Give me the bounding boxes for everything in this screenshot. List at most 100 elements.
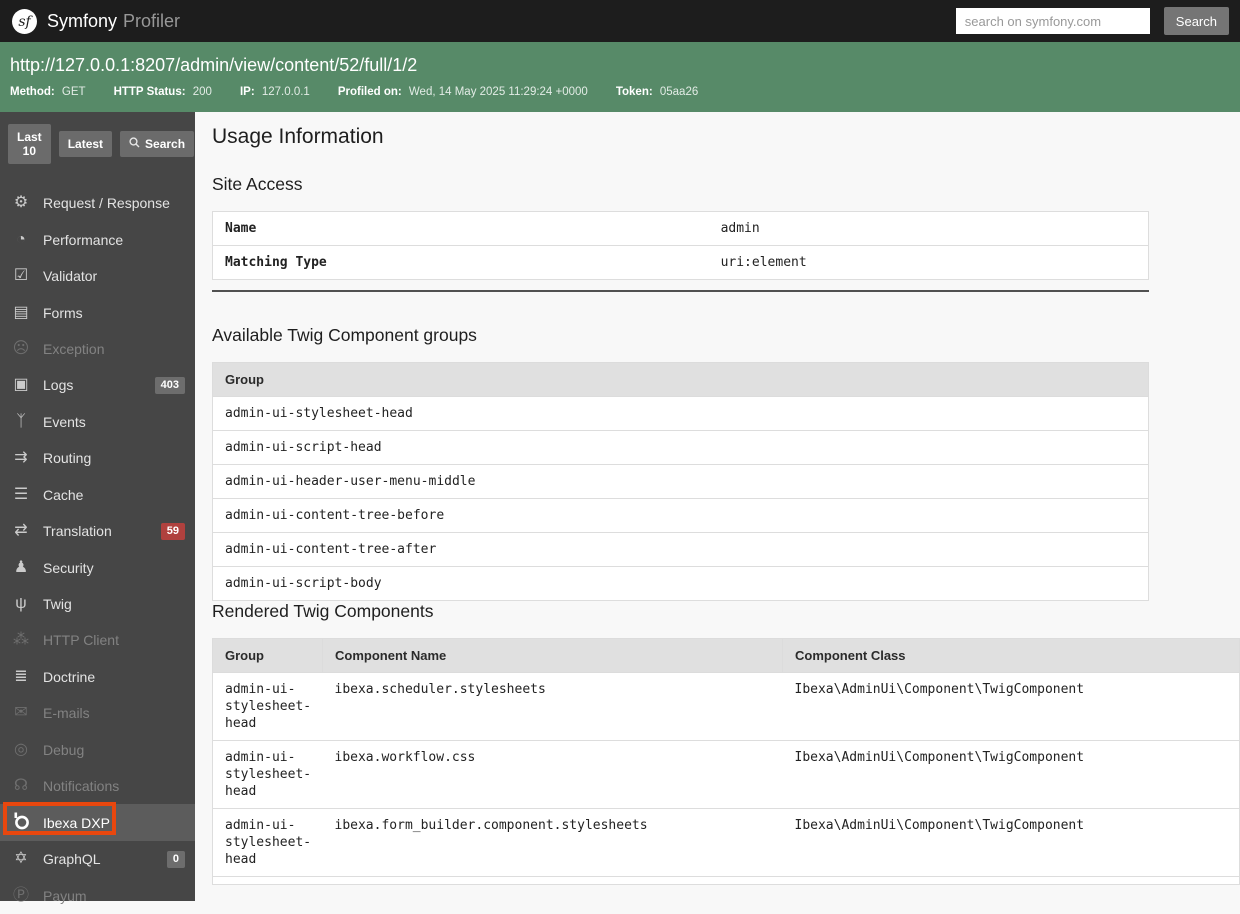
cell-component-class: Ibexa\AdminUi\Component\TwigComponent xyxy=(782,808,1240,877)
plant-icon: ψ xyxy=(15,595,27,613)
database-icon: ≣ xyxy=(14,667,28,685)
table-row: admin-ui-stylesheet-head ibexa.form_build… xyxy=(212,808,1240,877)
meta-label: Profiled on: xyxy=(337,86,402,98)
sidebar-item-label: Events xyxy=(43,413,86,430)
component-groups-section: Available Twig Component groups Group ad… xyxy=(212,325,1149,601)
clipboard-icon: ▤ xyxy=(13,303,29,321)
column-header-group: Group xyxy=(212,638,323,673)
antenna-icon: ᛉ xyxy=(16,412,26,430)
sidebar-item-payum: Ⓟ Payum xyxy=(0,877,195,913)
sidebar-item-doctrine[interactable]: ≣ Doctrine xyxy=(0,659,195,695)
sidebar-item-label: Logs xyxy=(43,377,74,394)
sidebar-item-label: E-mails xyxy=(43,705,90,722)
meta-token: Token: 05aa26 xyxy=(615,86,699,98)
sidebar-item-exception: ☹ Exception xyxy=(0,331,195,367)
table-row: admin-ui-content-tree-after xyxy=(212,532,1149,567)
sidebar-item-events[interactable]: ᛉ Events xyxy=(0,404,195,440)
meta-label: Token: xyxy=(615,86,653,98)
sidebar-item-logs[interactable]: ▣ Logs 403 xyxy=(0,367,195,403)
sidebar-item-request-response[interactable]: ⚙ Request / Response xyxy=(0,185,195,221)
meta-label: IP: xyxy=(239,86,255,98)
sidebar-item-performance[interactable]: ◔ Performance xyxy=(0,221,195,257)
sidebar-item-label: Translation xyxy=(43,523,112,540)
sidebar-item-label: Request / Response xyxy=(43,195,170,212)
sidebar-menu: ⚙ Request / Response ◔ Performance ☑ Validato… xyxy=(0,185,195,914)
column-header-component-name: Component Name xyxy=(322,638,783,673)
meta-http-status: HTTP Status: 200 xyxy=(113,86,212,98)
stopwatch-icon: ◔ xyxy=(16,230,26,248)
cell-component-name: ibexa.scheduler.stylesheets xyxy=(322,672,783,741)
sidebar-badge-logs: 403 xyxy=(154,376,185,394)
sidebar-item-label: Doctrine xyxy=(43,668,96,685)
section-divider xyxy=(212,290,1149,292)
component-groups-table: Group admin-ui-stylesheet-head admin-ui-s… xyxy=(212,362,1149,601)
latest-button[interactable]: Latest xyxy=(58,131,113,157)
sidebar-item-label: Security xyxy=(43,559,94,576)
sidebar-item-routing[interactable]: ⇉ Routing xyxy=(0,440,195,476)
sidebar-item-security[interactable]: ♟ Security xyxy=(0,549,195,585)
sidebar-item-cache[interactable]: ☰ Cache xyxy=(0,477,195,513)
group-cell: admin-ui-script-body xyxy=(212,566,1149,601)
sidebar-item-graphql[interactable]: ✡ GraphQL 0 xyxy=(0,841,195,877)
row-label: Name xyxy=(225,221,257,236)
row-value: uri:element xyxy=(708,245,1149,280)
sidebar-item-forms[interactable]: ▤ Forms xyxy=(0,294,195,330)
sidebar-item-label: Payum xyxy=(43,887,87,904)
latest-label: Latest xyxy=(67,137,104,151)
table-row: admin-ui-header-user-menu-middle xyxy=(212,464,1149,499)
last-10-button[interactable]: Last 10 xyxy=(8,124,51,164)
table-row: admin-ui-script-body xyxy=(212,566,1149,601)
sidebar-item-label: Twig xyxy=(43,596,72,613)
sidebar-item-label: Exception xyxy=(43,340,105,357)
envelope-icon: ✉ xyxy=(14,704,28,722)
component-groups-heading: Available Twig Component groups xyxy=(212,325,477,345)
column-header-group: Group xyxy=(212,362,1149,397)
table-row: admin-ui-stylesheet-head ibexa.scheduler.… xyxy=(212,672,1240,741)
sidebar-search-label: Search xyxy=(145,137,186,151)
app-subtitle: Profiler xyxy=(123,10,181,31)
cell-group: admin-ui-stylesheet-head xyxy=(212,672,323,741)
last-10-label: Last 10 xyxy=(17,130,42,158)
signpost-icon: ⇉ xyxy=(14,449,28,467)
search-input[interactable] xyxy=(955,8,1150,34)
sidebar-search-button[interactable]: Search xyxy=(120,131,195,157)
rendered-components-heading: Rendered Twig Components xyxy=(212,601,434,621)
row-value: admin xyxy=(720,221,760,236)
group-cell: admin-ui-content-tree-before xyxy=(212,498,1149,533)
pin-icon: Ⓟ xyxy=(12,886,29,904)
checkbox-icon: ☑ xyxy=(13,267,29,285)
group-cell: admin-ui-script-head xyxy=(212,430,1149,465)
table-row: admin-ui-stylesheet-head xyxy=(212,396,1149,431)
cell-component-name: ibexa.workflow.css xyxy=(322,740,783,809)
row-label: Matching Type xyxy=(212,245,709,280)
rendered-components-table: Group Component Name Component Class adm… xyxy=(212,638,1240,885)
sidebar-item-twig[interactable]: ψ Twig xyxy=(0,586,195,622)
cell-group: admin-ui-stylesheet-head xyxy=(212,808,323,877)
group-cell: admin-ui-stylesheet-head xyxy=(212,396,1149,431)
cell-component-class: Ibexa\AdminUi\Component\TwigComponent xyxy=(782,740,1240,809)
sidebar-item-translation[interactable]: ⇄ Translation 59 xyxy=(0,513,195,549)
profiled-url: http://127.0.0.1:8207/admin/view/content… xyxy=(10,55,418,75)
bell-icon: ☊ xyxy=(13,777,29,795)
sidebar-badge-graphql: 0 xyxy=(166,850,185,868)
site-access-table: Name admin Matching Type uri:element xyxy=(212,211,1149,280)
cell-group: admin-ui-stylesheet-head xyxy=(212,740,323,809)
rendered-components-section: Rendered Twig Components Group Component… xyxy=(212,601,1240,885)
sidebar-item-label: Forms xyxy=(43,304,83,321)
request-summary-bar: http://127.0.0.1:8207/admin/view/content… xyxy=(0,42,1240,112)
table-row: admin-ui-script-head xyxy=(212,430,1149,465)
cell-component-class: Ibexa\AdminUi\Component\TwigComponent xyxy=(782,672,1240,741)
sidebar-item-validator[interactable]: ☑ Validator xyxy=(0,258,195,294)
sidebar-item-label: Notifications xyxy=(43,778,120,795)
sidebar-item-label: HTTP Client xyxy=(43,632,119,649)
sidebar-item-label: Cache xyxy=(43,486,84,503)
table-row: Matching Type uri:element xyxy=(212,245,1149,280)
magnifier-icon xyxy=(129,137,140,151)
search-button[interactable]: Search xyxy=(1163,7,1229,35)
site-access-section: Site Access Name admin Matching Type uri:el… xyxy=(212,174,1149,292)
network-icon: ⁂ xyxy=(13,631,29,649)
column-header-component-class: Component Class xyxy=(782,638,1240,673)
sidebar-item-ibexa-dxp[interactable]: Ibexa DXP xyxy=(0,802,195,841)
group-cell: admin-ui-content-tree-after xyxy=(212,532,1149,567)
sidebar-item-e-mails: ✉ E-mails xyxy=(0,695,195,731)
